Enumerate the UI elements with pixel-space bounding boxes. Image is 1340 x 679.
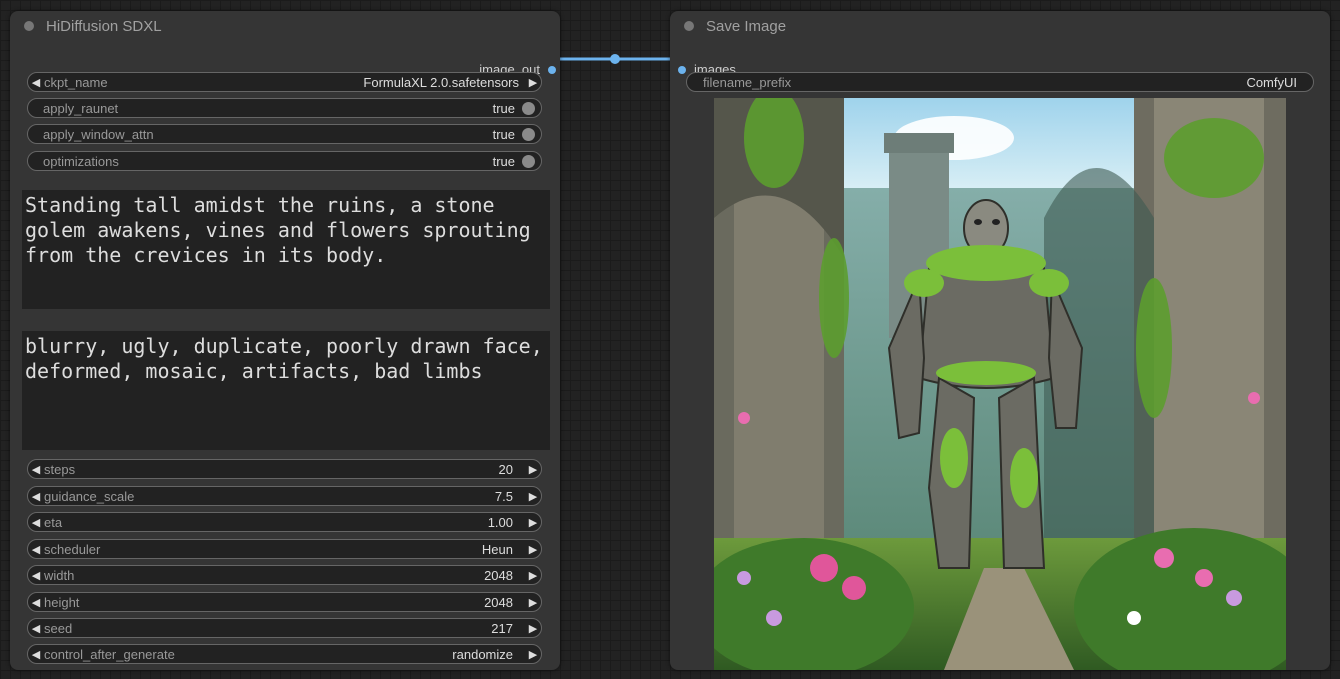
arrow-left-icon[interactable]: ◀: [28, 622, 44, 635]
arrow-left-icon[interactable]: ◀: [28, 543, 44, 556]
node-collapse-dot[interactable]: [684, 21, 694, 31]
steps-number-widget[interactable]: ◀ steps 20 ▶: [27, 459, 542, 479]
widget-value: 2048: [484, 567, 513, 583]
widget-label: seed: [44, 620, 73, 636]
apply-window-attn-toggle[interactable]: apply_window_attn true: [27, 124, 542, 144]
input-slot-dot[interactable]: [678, 65, 686, 74]
arrow-right-icon[interactable]: ▶: [525, 490, 541, 503]
widget-label: ckpt_name: [44, 74, 108, 90]
widget-label: optimizations: [43, 153, 119, 169]
widget-value: 217: [491, 620, 513, 636]
widget-value: true: [492, 126, 515, 142]
widget-value: ComfyUI: [1246, 74, 1297, 90]
arrow-right-icon[interactable]: ▶: [525, 596, 541, 609]
toggle-knob-icon[interactable]: [522, 154, 535, 168]
arrow-left-icon[interactable]: ◀: [28, 569, 44, 582]
filename-prefix-input[interactable]: filename_prefix ComfyUI: [686, 72, 1314, 92]
hidiffusion-node-title[interactable]: HiDiffusion SDXL: [10, 11, 560, 41]
toggle-knob-icon[interactable]: [522, 101, 535, 115]
widget-label: scheduler: [44, 541, 101, 557]
seed-number-widget[interactable]: ◀ seed 217 ▶: [27, 618, 542, 638]
node-collapse-dot[interactable]: [24, 21, 34, 31]
width-number-widget[interactable]: ◀ width 2048 ▶: [27, 565, 542, 585]
arrow-right-icon[interactable]: ▶: [525, 648, 541, 661]
save-image-node-title[interactable]: Save Image: [670, 11, 1330, 41]
arrow-right-icon[interactable]: ▶: [525, 543, 541, 556]
arrow-right-icon[interactable]: ▶: [525, 516, 541, 529]
positive-prompt-textarea[interactable]: Standing tall amidst the ruins, a stone …: [22, 190, 550, 309]
golem-illustration: [714, 98, 1286, 670]
node-title-text: Save Image: [706, 17, 787, 35]
widget-value: true: [492, 153, 515, 169]
widget-value: 7.5: [494, 488, 513, 504]
arrow-left-icon[interactable]: ◀: [28, 76, 44, 89]
widget-label: guidance_scale: [44, 488, 135, 504]
widget-label: apply_window_attn: [43, 126, 154, 142]
hidiffusion-node[interactable]: HiDiffusion SDXL image_out ◀ ckpt_name F…: [10, 11, 560, 670]
save-image-node[interactable]: Save Image images filename_prefix ComfyU…: [670, 11, 1330, 670]
node-title-text: HiDiffusion SDXL: [46, 17, 162, 35]
arrow-left-icon[interactable]: ◀: [28, 596, 44, 609]
apply-raunet-toggle[interactable]: apply_raunet true: [27, 98, 542, 118]
link-midpoint-handle[interactable]: [610, 54, 620, 64]
optimizations-toggle[interactable]: optimizations true: [27, 151, 542, 171]
widget-value: FormulaXL 2.0.safetensors: [363, 74, 519, 90]
arrow-left-icon[interactable]: ◀: [28, 463, 44, 476]
height-number-widget[interactable]: ◀ height 2048 ▶: [27, 592, 542, 612]
widget-label: filename_prefix: [703, 74, 792, 90]
arrow-right-icon[interactable]: ▶: [525, 463, 541, 476]
widget-label: steps: [44, 461, 76, 477]
widget-label: apply_raunet: [43, 100, 119, 116]
arrow-right-icon[interactable]: ▶: [525, 569, 541, 582]
negative-prompt-textarea[interactable]: blurry, ugly, duplicate, poorly drawn fa…: [22, 331, 550, 450]
guidance-scale-number-widget[interactable]: ◀ guidance_scale 7.5 ▶: [27, 486, 542, 506]
widget-value: 2048: [484, 594, 513, 610]
toggle-knob-icon[interactable]: [522, 127, 535, 141]
arrow-left-icon[interactable]: ◀: [28, 648, 44, 661]
widget-value: true: [492, 100, 515, 116]
arrow-left-icon[interactable]: ◀: [28, 516, 44, 529]
image-preview: [714, 98, 1286, 670]
ckpt-name-combo[interactable]: ◀ ckpt_name FormulaXL 2.0.safetensors ▶: [27, 72, 542, 92]
arrow-right-icon[interactable]: ▶: [525, 76, 541, 89]
widget-label: height: [44, 594, 80, 610]
control-after-generate-combo-widget[interactable]: ◀ control_after_generate randomize ▶: [27, 644, 542, 664]
eta-number-widget[interactable]: ◀ eta 1.00 ▶: [27, 512, 542, 532]
widget-value: Heun: [481, 541, 513, 557]
output-slot-dot[interactable]: [548, 65, 556, 74]
widget-value: randomize: [452, 646, 513, 662]
widget-label: control_after_generate: [44, 646, 175, 662]
arrow-left-icon[interactable]: ◀: [28, 490, 44, 503]
scheduler-combo-widget[interactable]: ◀ scheduler Heun ▶: [27, 539, 542, 559]
widget-value: 1.00: [487, 514, 513, 530]
widget-label: eta: [44, 514, 63, 530]
widget-value: 20: [498, 461, 513, 477]
widget-label: width: [44, 567, 75, 583]
arrow-right-icon[interactable]: ▶: [525, 622, 541, 635]
